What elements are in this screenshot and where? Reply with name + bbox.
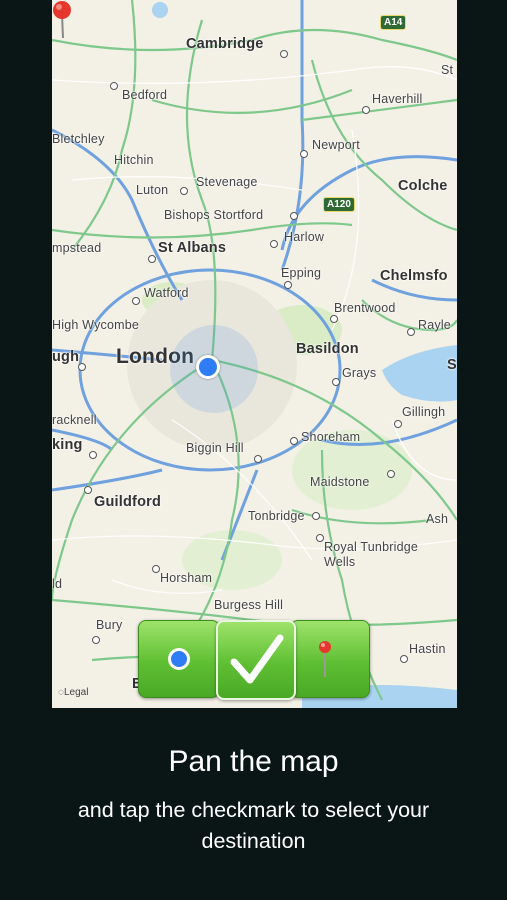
place-high-wycombe: High Wycombe <box>52 318 140 332</box>
place-woking: king <box>52 437 83 453</box>
place-dot <box>254 455 262 463</box>
place-colchester: Colche <box>398 178 448 194</box>
place-dot <box>78 363 86 371</box>
place-dot <box>316 534 324 542</box>
place-rayleigh: Rayle <box>418 318 451 332</box>
place-dot <box>110 82 118 90</box>
caption-title: Pan the map <box>168 745 339 778</box>
place-dot <box>330 315 338 323</box>
place-shoreham: Shoreham <box>301 430 361 444</box>
place-newport: Newport <box>312 138 360 152</box>
place-bedford: Bedford <box>122 88 168 102</box>
place-dot <box>290 437 298 445</box>
map-view[interactable]: A14 A120 Cambridge Bedford Haverhill Ble… <box>52 0 457 708</box>
place-gillingham: Gillingh <box>402 405 446 419</box>
place-dot <box>407 328 415 336</box>
place-dot <box>132 297 140 305</box>
place-royal-tunbridge: Royal Tunbridge <box>324 540 419 554</box>
current-location-dot-icon <box>168 648 190 670</box>
caption-subtitle: and tap the checkmark to select your des… <box>77 798 430 853</box>
map-pin-icon[interactable] <box>52 0 72 40</box>
place-st-edge: St <box>441 63 454 77</box>
confirm-checkmark-button[interactable] <box>216 620 296 700</box>
place-ld: ld <box>52 577 63 591</box>
place-hitchin: Hitchin <box>114 153 154 167</box>
place-bury: Bury <box>96 618 123 632</box>
place-horsham: Horsham <box>160 571 213 585</box>
place-bletchley: Bletchley <box>52 132 105 146</box>
place-dot <box>152 565 160 573</box>
place-dot <box>270 240 278 248</box>
user-location-icon <box>196 355 220 379</box>
place-dot <box>387 470 395 478</box>
place-hastings: Hastin <box>409 642 446 656</box>
destination-pin-icon <box>319 641 331 677</box>
place-dot <box>284 281 292 289</box>
destination-pin-button[interactable] <box>290 620 370 698</box>
road-shield-a14: A14 <box>380 15 407 30</box>
place-hempstead: mpstead <box>52 241 102 255</box>
place-dot <box>300 150 308 158</box>
place-dot <box>180 187 188 195</box>
place-watford: Watford <box>144 286 189 300</box>
current-location-button[interactable] <box>138 620 220 698</box>
place-brentwood: Brentwood <box>334 301 396 315</box>
place-dot <box>290 212 298 220</box>
place-burgess-hill: Burgess Hill <box>214 598 284 612</box>
place-ash: Ash <box>426 512 449 526</box>
place-cambridge: Cambridge <box>186 36 264 52</box>
place-tonbridge: Tonbridge <box>248 509 305 523</box>
place-dot <box>84 486 92 494</box>
place-dot <box>394 420 402 428</box>
legal-label: Legal <box>63 687 89 698</box>
place-stevenage: Stevenage <box>196 175 258 189</box>
place-guildford: Guildford <box>94 494 162 510</box>
place-dot <box>332 378 340 386</box>
place-dot <box>312 512 320 520</box>
legal-link[interactable]: ◌Legal <box>58 687 88 698</box>
place-slough: ugh <box>52 349 80 365</box>
place-s-edge: S <box>447 357 457 373</box>
place-grays: Grays <box>342 366 377 380</box>
road-shield-a120: A120 <box>323 197 355 212</box>
place-dot <box>362 106 370 114</box>
place-dot <box>92 636 100 644</box>
place-dot <box>400 655 408 663</box>
place-bishops-stortford: Bishops Stortford <box>164 208 264 222</box>
place-maidstone: Maidstone <box>310 475 370 489</box>
place-harlow: Harlow <box>284 230 325 244</box>
place-epping: Epping <box>281 266 322 280</box>
place-dot <box>148 255 156 263</box>
place-royal-tunbridge-wells: Wells <box>324 555 356 569</box>
place-dot <box>89 451 97 459</box>
checkmark-icon <box>230 634 284 684</box>
place-biggin-hill: Biggin Hill <box>186 441 244 455</box>
map-toolbar <box>138 620 370 700</box>
place-haverhill: Haverhill <box>372 92 423 106</box>
place-basildon: Basildon <box>296 341 359 357</box>
place-bracknell: racknell <box>52 413 97 427</box>
place-dot <box>280 50 288 58</box>
place-st-albans: St Albans <box>158 240 227 256</box>
place-chelmsford: Chelmsfo <box>380 268 448 284</box>
place-luton: Luton <box>136 183 169 197</box>
